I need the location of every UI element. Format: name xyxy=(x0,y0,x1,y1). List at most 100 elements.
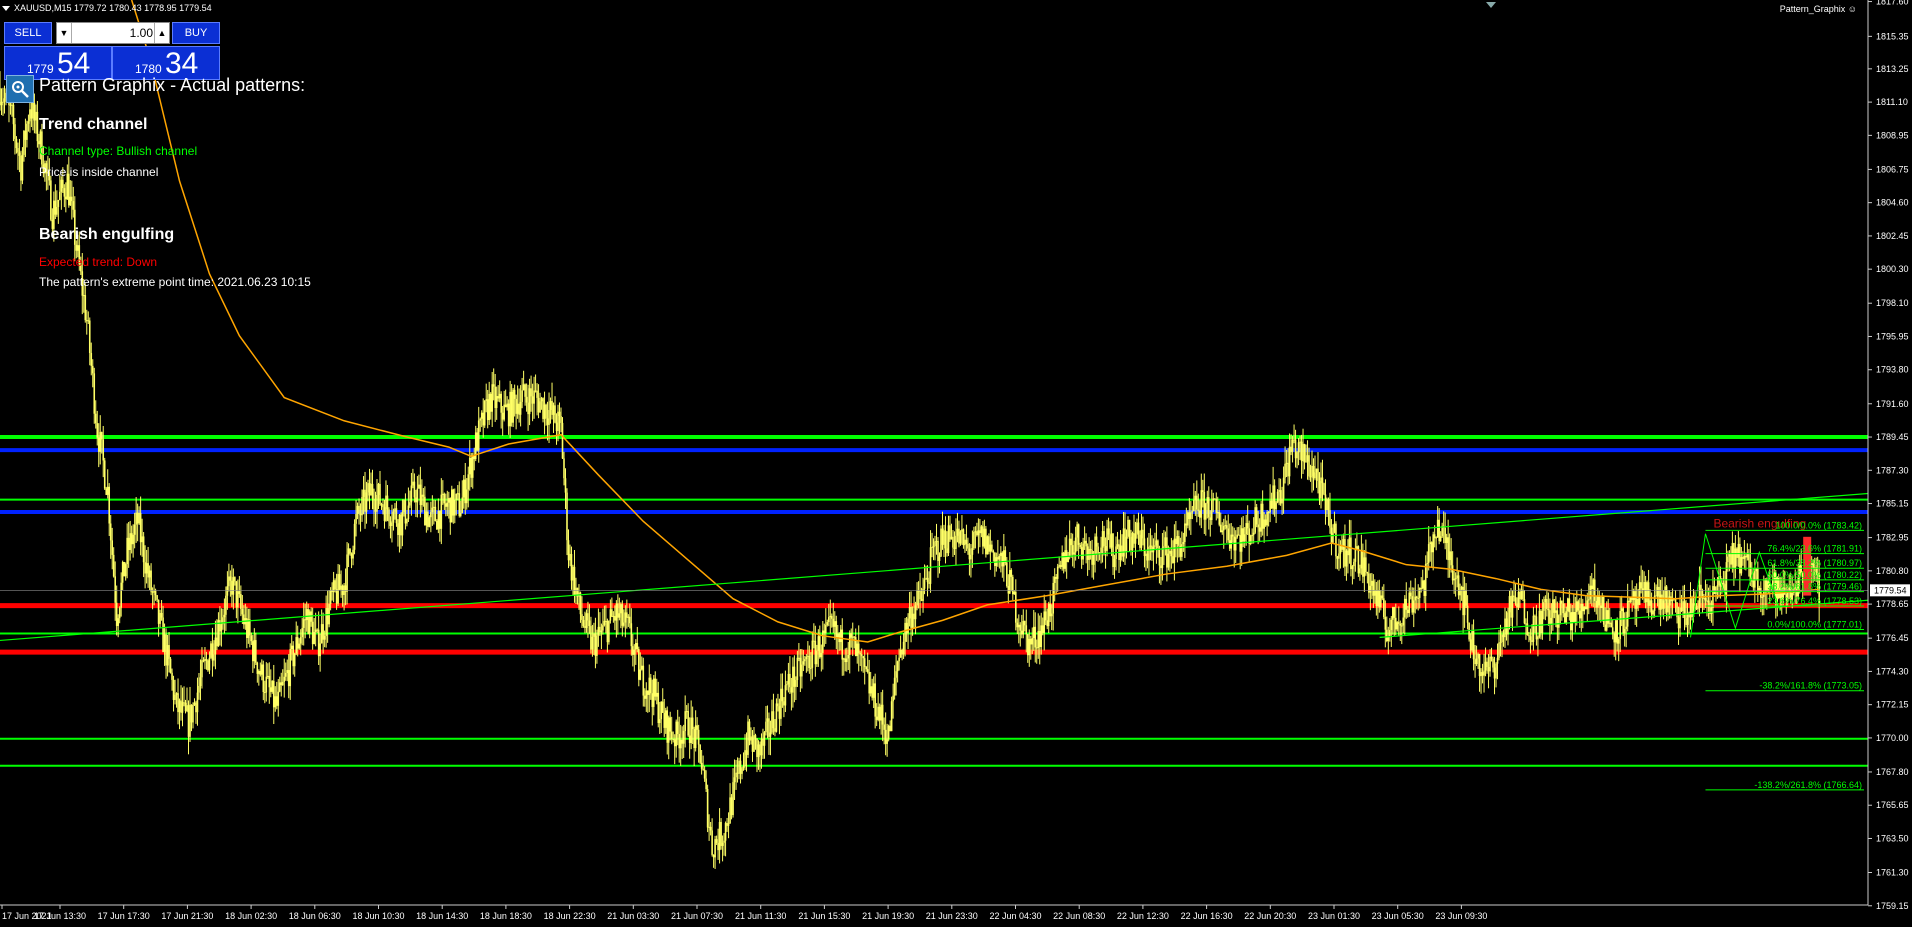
buy-button[interactable]: BUY xyxy=(172,22,220,44)
candle-body xyxy=(118,607,121,619)
candle-body xyxy=(823,630,826,634)
price-tick-label: 1811.10 xyxy=(1876,97,1908,107)
candle-body xyxy=(50,180,52,220)
candle-body xyxy=(1176,536,1179,545)
candle-body xyxy=(427,511,429,527)
candle-body xyxy=(596,635,598,656)
candle-body xyxy=(1356,546,1358,549)
candle-body xyxy=(974,531,977,533)
candle-body xyxy=(1390,619,1393,631)
candle-body xyxy=(971,548,974,555)
candle-body xyxy=(943,530,945,545)
candle-body xyxy=(298,643,301,649)
candle-body xyxy=(516,403,519,414)
candle-body xyxy=(1324,494,1327,511)
candle-body xyxy=(76,245,79,251)
candle-body xyxy=(69,196,72,206)
candle-body xyxy=(1522,589,1524,600)
candle-body xyxy=(1285,462,1288,464)
candle-body xyxy=(365,492,368,512)
scroll-marker-icon[interactable] xyxy=(1486,2,1496,8)
candle-body xyxy=(446,502,449,507)
channel-status: Price is inside channel xyxy=(39,165,159,179)
candle-body xyxy=(633,649,636,655)
candle-body xyxy=(1061,552,1063,567)
candle-body xyxy=(1284,463,1286,478)
candle-body xyxy=(1006,562,1008,587)
candle-body xyxy=(1656,586,1659,597)
candle-body xyxy=(916,590,918,606)
candle-body xyxy=(1197,509,1200,511)
price-tick-label: 1793.80 xyxy=(1876,365,1909,375)
candle-body xyxy=(1543,602,1545,611)
candle-body xyxy=(1483,670,1485,676)
candle-body xyxy=(1218,512,1221,525)
candle-body xyxy=(1507,612,1509,635)
candle-body xyxy=(802,661,805,665)
candle-body xyxy=(476,432,479,451)
candle-body xyxy=(696,725,698,730)
candle-body xyxy=(450,489,453,523)
lot-input[interactable] xyxy=(73,23,153,43)
candle-body xyxy=(1052,582,1054,614)
candle-body xyxy=(1299,441,1301,443)
lot-increase-icon[interactable]: ▲ xyxy=(154,23,169,43)
candle-body xyxy=(1368,573,1370,593)
candle-body xyxy=(1339,546,1342,554)
candle-body xyxy=(409,502,411,506)
candle-body xyxy=(344,585,347,592)
candle-body xyxy=(482,412,485,426)
candle-body xyxy=(862,656,865,659)
lot-decrease-icon[interactable]: ▼ xyxy=(57,23,72,43)
candle-body xyxy=(669,717,672,732)
candle-body xyxy=(1498,642,1500,658)
candle-body xyxy=(551,401,553,415)
candle-body xyxy=(1101,531,1104,548)
candle-body xyxy=(1420,587,1423,589)
candle-body xyxy=(983,528,986,547)
candle-body xyxy=(71,196,73,202)
candle-body xyxy=(305,609,308,621)
candle-body xyxy=(1297,442,1300,453)
candle-body xyxy=(1640,582,1642,589)
candle-body xyxy=(59,191,61,200)
candle-body xyxy=(126,537,128,565)
pattern-graphix-settings-icon[interactable] xyxy=(6,75,34,103)
price-chart[interactable]: Bearish engulfing 100.0/0.0% (1783.42) 76.… xyxy=(0,0,1912,922)
candle-body xyxy=(323,635,326,640)
candle-body xyxy=(485,399,488,401)
candle-body xyxy=(15,138,18,149)
candle-body xyxy=(1181,544,1183,557)
lot-stepper[interactable]: ▼ ▲ xyxy=(56,22,170,44)
candle-body xyxy=(231,580,233,595)
candle-body xyxy=(1644,582,1647,603)
candle-body xyxy=(663,712,666,728)
price-tick-label: 1798.10 xyxy=(1876,298,1909,308)
candle-body xyxy=(265,676,268,693)
candle-body xyxy=(335,589,338,604)
candle-body xyxy=(1411,596,1414,613)
candle-body xyxy=(416,488,419,503)
candle-body xyxy=(436,520,438,530)
chart-svg[interactable]: Bearish engulfing 100.0/0.0% (1783.42) 76.… xyxy=(0,0,1912,922)
candle-body xyxy=(377,483,380,495)
candle-body xyxy=(799,657,802,677)
candle-body xyxy=(168,645,170,659)
candle-body xyxy=(91,365,94,374)
candle-body xyxy=(253,640,256,662)
candle-body xyxy=(1619,611,1621,640)
ohlc-values: 1779.72 1780.43 1778.95 1779.54 xyxy=(74,3,212,13)
candle-body xyxy=(1570,612,1572,631)
price-tick-label: 1772.15 xyxy=(1876,700,1909,710)
candle-body xyxy=(163,634,166,652)
candle-body xyxy=(1740,557,1743,574)
candle-body xyxy=(492,384,495,387)
candle-body xyxy=(1124,528,1126,553)
candle-body xyxy=(322,624,324,640)
candle-body xyxy=(1109,534,1111,548)
candle-body xyxy=(1743,556,1746,559)
candle-body xyxy=(1380,595,1382,608)
candle-body xyxy=(923,579,926,589)
sell-button[interactable]: SELL xyxy=(4,22,52,44)
candle-body xyxy=(591,636,594,650)
